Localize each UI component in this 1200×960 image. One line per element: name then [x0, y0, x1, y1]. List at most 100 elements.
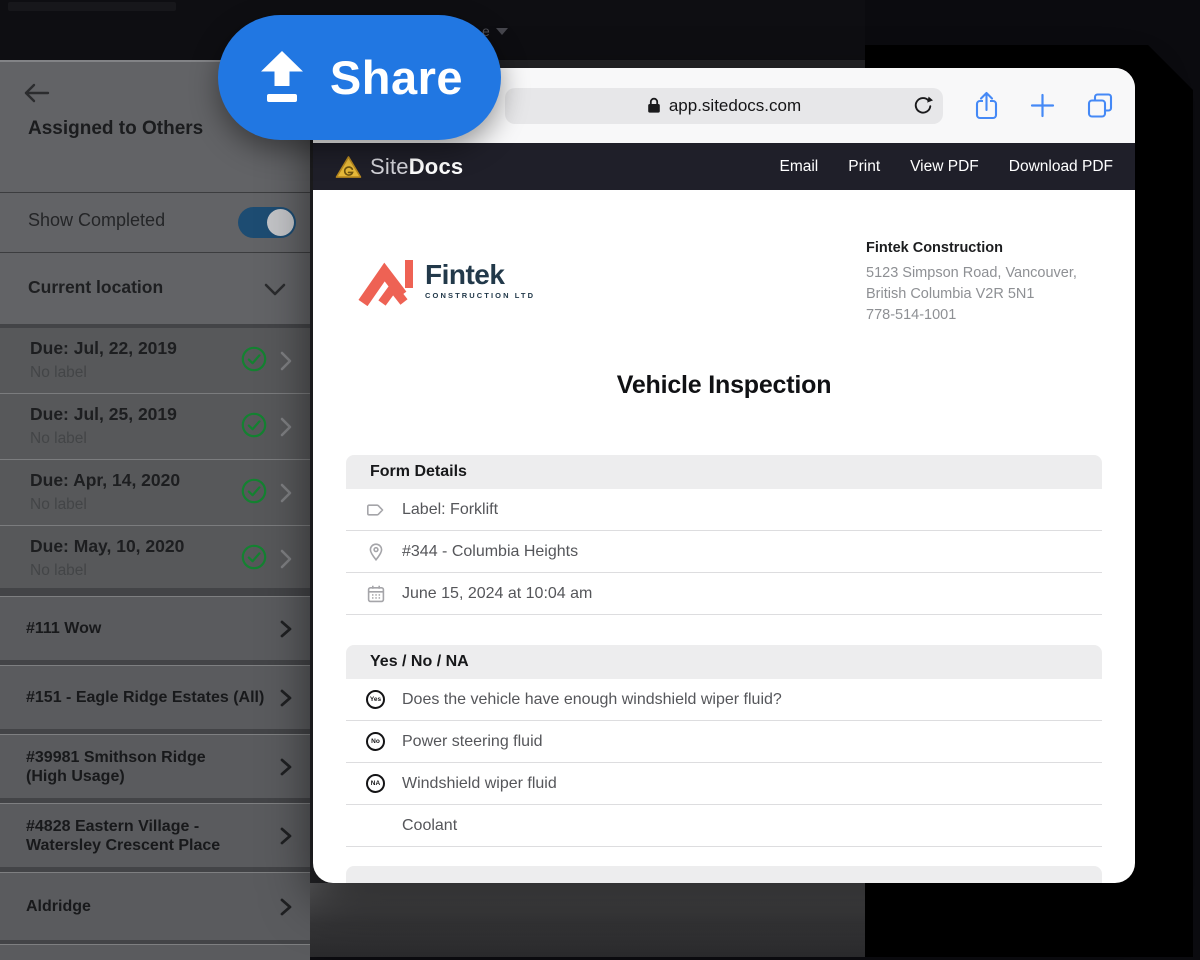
show-completed-toggle[interactable] [238, 207, 296, 238]
company-name: Fintek Construction [866, 240, 1003, 256]
question-text: Windshield wiper fluid [402, 774, 557, 792]
company-address-line2: British Columbia V2R 5N1 [866, 286, 1035, 302]
form-details-section: Form Details Label: Forklift #344 - Colu… [346, 455, 1102, 615]
show-completed-label: Show Completed [28, 210, 166, 230]
form-detail-text: #344 - Columbia Heights [402, 542, 579, 560]
location-list-item[interactable]: #111 Wow [0, 596, 310, 660]
new-tab-icon[interactable] [1030, 93, 1055, 118]
due-date: Due: Apr, 14, 2020 [30, 470, 181, 490]
chevron-right-icon [280, 758, 292, 775]
location-list-item[interactable]: Aldridge [0, 872, 310, 940]
location-list-item[interactable]: #4828 Eastern Village - Watersley Cresce… [0, 803, 310, 867]
url-text: app.sitedocs.com [668, 95, 802, 115]
chevron-right-icon [280, 483, 292, 503]
chevron-right-icon [280, 898, 292, 915]
brand-wordmark: SiteDocs [370, 153, 464, 179]
chevron-right-icon [280, 827, 292, 844]
back-button[interactable] [22, 82, 50, 104]
completed-check-icon [241, 544, 267, 570]
share-page-icon[interactable] [973, 90, 1000, 122]
location-list-item[interactable]: #151 - Eagle Ridge Estates (All) [0, 665, 310, 729]
question-text: Coolant [402, 816, 458, 834]
sidebar-tail-row [0, 944, 310, 960]
address-bar[interactable]: app.sitedocs.com [505, 87, 943, 124]
calendar-icon [366, 584, 402, 604]
due-items-group: Due: Jul, 22, 2019 No label Due: Jul, 25… [0, 328, 310, 588]
location-name-line2: Watersley Crescent Place [26, 836, 221, 854]
dimmed-background-bottom-strip [310, 883, 865, 957]
share-button[interactable]: Share [218, 15, 501, 140]
tabs-icon[interactable] [1085, 91, 1115, 121]
sitedocs-brand[interactable]: SiteDocs [335, 154, 463, 180]
sitedocs-navbar: SiteDocs Email Print View PDF Download P… [313, 143, 1135, 190]
location-name: #4828 Eastern Village - [26, 817, 200, 835]
answer-badge-yes: Yes [366, 690, 402, 709]
due-date: Due: Jul, 22, 2019 [30, 338, 177, 358]
sitedocs-logo-icon [335, 155, 362, 178]
answer-badge-empty [366, 816, 402, 835]
show-completed-row: Show Completed [0, 193, 310, 253]
due-list-item[interactable]: Due: Jul, 22, 2019 No label [0, 328, 310, 393]
location-name-line2: (High Usage) [26, 767, 125, 785]
location-name: #111 Wow [26, 620, 102, 637]
nav-view-pdf[interactable]: View PDF [910, 158, 979, 176]
dimmed-text-remnant [8, 2, 176, 11]
answer-badge-no: No [366, 732, 402, 751]
due-list-item[interactable]: Due: May, 10, 2020 No label [0, 525, 310, 591]
question-row: Yes Does the vehicle have enough windshi… [346, 679, 1102, 721]
sidebar-title: Assigned to Others [28, 118, 204, 139]
completed-check-icon [241, 346, 267, 372]
chevron-right-icon [280, 620, 292, 637]
yes-no-na-section: Yes / No / NA Yes Does the vehicle have … [346, 645, 1102, 847]
next-section-header-partial [346, 866, 1102, 883]
company-info: Fintek Construction 5123 Simpson Road, V… [866, 240, 1106, 326]
due-date: Due: May, 10, 2020 [30, 536, 185, 556]
company-phone: 778-514-1001 [866, 307, 957, 323]
nav-download-pdf[interactable]: Download PDF [1009, 158, 1113, 176]
section-heading: Form Details [346, 455, 1102, 489]
logo-name: Fintek [425, 258, 505, 290]
question-row: Coolant [346, 805, 1102, 847]
section-heading: Yes / No / NA [346, 645, 1102, 679]
form-detail-row: June 15, 2024 at 10:04 am [346, 573, 1102, 615]
location-list-item[interactable]: #39981 Smithson Ridge (High Usage) [0, 734, 310, 798]
question-row: No Power steering fluid [346, 721, 1102, 763]
toolbar-buttons [973, 68, 1115, 143]
navbar-links: Email Print View PDF Download PDF [779, 158, 1113, 176]
form-detail-row: #344 - Columbia Heights [346, 531, 1102, 573]
nav-email[interactable]: Email [779, 158, 818, 176]
question-text: Power steering fluid [402, 732, 543, 750]
fintek-logo-mark-icon [358, 260, 413, 306]
due-list-item[interactable]: Due: Jul, 25, 2019 No label [0, 393, 310, 459]
question-row: NA Windshield wiper fluid [346, 763, 1102, 805]
due-label: No label [30, 430, 87, 447]
answer-badge-na: NA [366, 774, 402, 793]
location-name: Aldridge [26, 898, 91, 915]
chevron-right-icon [280, 549, 292, 569]
completed-check-icon [241, 412, 267, 438]
due-list-item[interactable]: Due: Apr, 14, 2020 No label [0, 459, 310, 525]
chevron-right-icon [280, 417, 292, 437]
location-pin-icon [366, 542, 402, 562]
company-address-line1: 5123 Simpson Road, Vancouver, [866, 265, 1077, 281]
label-icon [366, 500, 402, 520]
reload-icon[interactable] [913, 96, 933, 116]
share-upload-icon [260, 50, 303, 102]
form-detail-row: Label: Forklift [346, 489, 1102, 531]
lock-icon [648, 97, 660, 113]
current-location-label: Current location [28, 277, 164, 297]
chevron-right-icon [280, 689, 292, 706]
completed-check-icon [241, 478, 267, 504]
due-label: No label [30, 496, 87, 513]
location-name: #39981 Smithson Ridge [26, 748, 206, 766]
form-detail-text: June 15, 2024 at 10:04 am [402, 584, 593, 602]
company-logo: Fintek CONSTRUCTION LTD [358, 254, 535, 306]
arrow-left-icon [24, 83, 50, 103]
caret-down-icon [495, 27, 508, 35]
nav-print[interactable]: Print [848, 158, 880, 176]
page-title: Vehicle Inspection [616, 371, 832, 399]
chevron-right-icon [280, 351, 292, 371]
current-location-filter[interactable]: Current location [0, 253, 310, 324]
due-label: No label [30, 562, 87, 579]
assigned-sidebar: Assigned to Others Show Completed Curren… [0, 60, 310, 960]
